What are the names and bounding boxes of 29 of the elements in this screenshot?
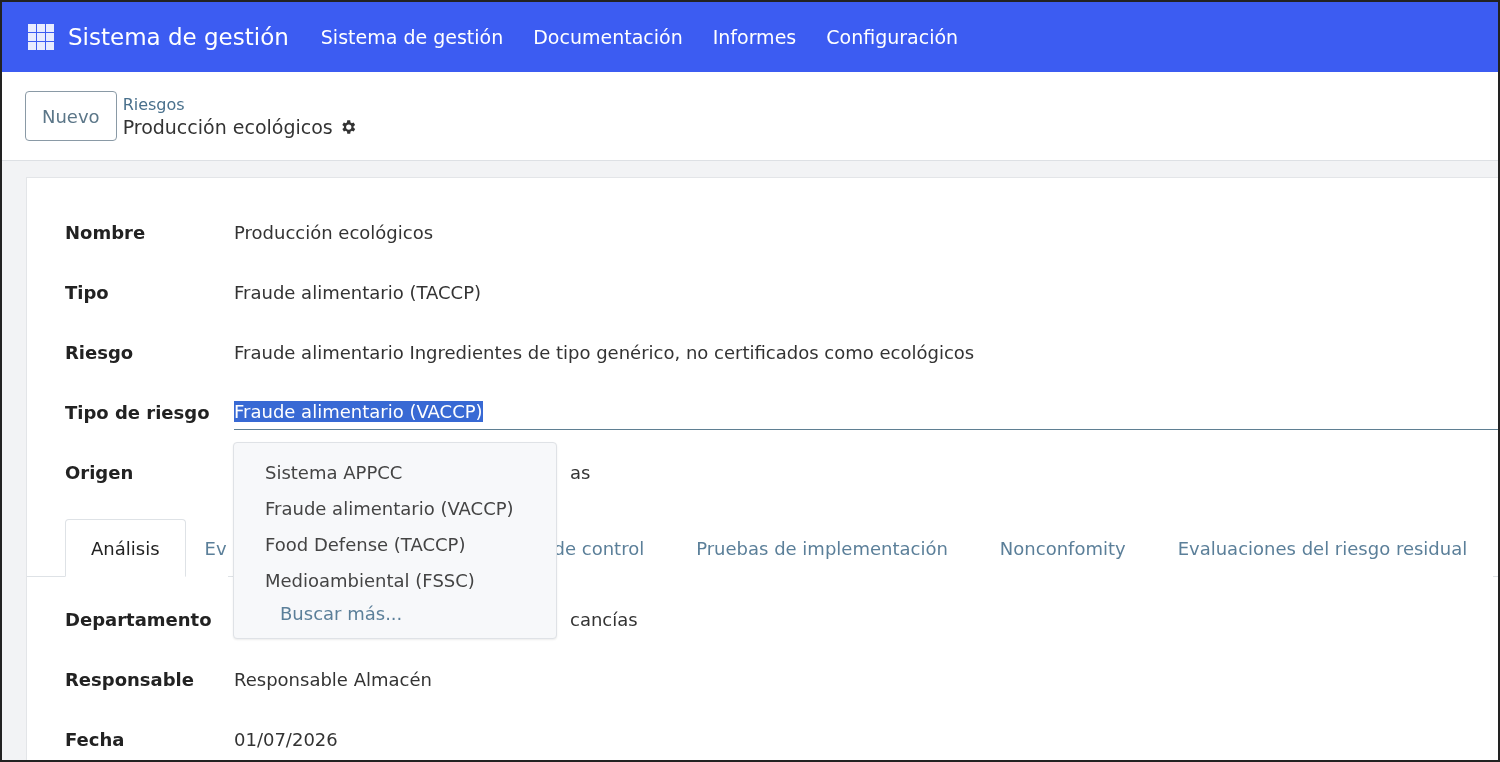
field-value: as	[570, 461, 591, 483]
field-label: Tipo	[65, 281, 110, 303]
breadcrumb-link[interactable]: Riesgos	[122, 94, 357, 114]
dropdown-option[interactable]: Sistema APPCC	[234, 455, 556, 491]
field-label: Nombre	[65, 221, 147, 243]
field-label: Riesgo	[65, 341, 135, 363]
menu-item[interactable]: Configuración	[826, 26, 959, 48]
field-label: Responsable	[65, 668, 195, 690]
field-value: cancías	[570, 608, 638, 630]
field-value: Fraude alimentario (TACCP)	[234, 281, 481, 303]
field-value: Fraude alimentario Ingredientes de tipo genérico, no certificados como ecológicos	[234, 341, 975, 363]
field-value: Producción ecológicos	[234, 221, 434, 243]
field-value: Responsable Almacén	[234, 668, 432, 690]
field-label: Departamento	[65, 608, 213, 630]
field-label: Tipo de riesgo	[65, 401, 211, 423]
menu-item[interactable]: Informes	[712, 26, 797, 48]
apps-grid-icon[interactable]	[28, 24, 54, 50]
selected-text: Fraude alimentario (VACCP)	[234, 401, 483, 422]
field-value: 01/07/2026	[234, 728, 338, 750]
field-label: Origen	[65, 461, 135, 483]
new-button[interactable]: Nuevo	[25, 91, 117, 141]
tab[interactable]: Análisis	[65, 519, 186, 577]
menu-item[interactable]: Sistema de gestión	[320, 26, 504, 48]
input-field[interactable]: Fraude alimentario (VACCP)	[234, 394, 1498, 430]
field-label: Fecha	[65, 728, 126, 750]
search-more-link[interactable]: Buscar más...	[234, 599, 556, 624]
record-title: Producción ecológicos	[122, 115, 333, 138]
menu-item[interactable]: Documentación	[533, 26, 683, 48]
app-title[interactable]: Sistema de gestión	[68, 24, 289, 50]
